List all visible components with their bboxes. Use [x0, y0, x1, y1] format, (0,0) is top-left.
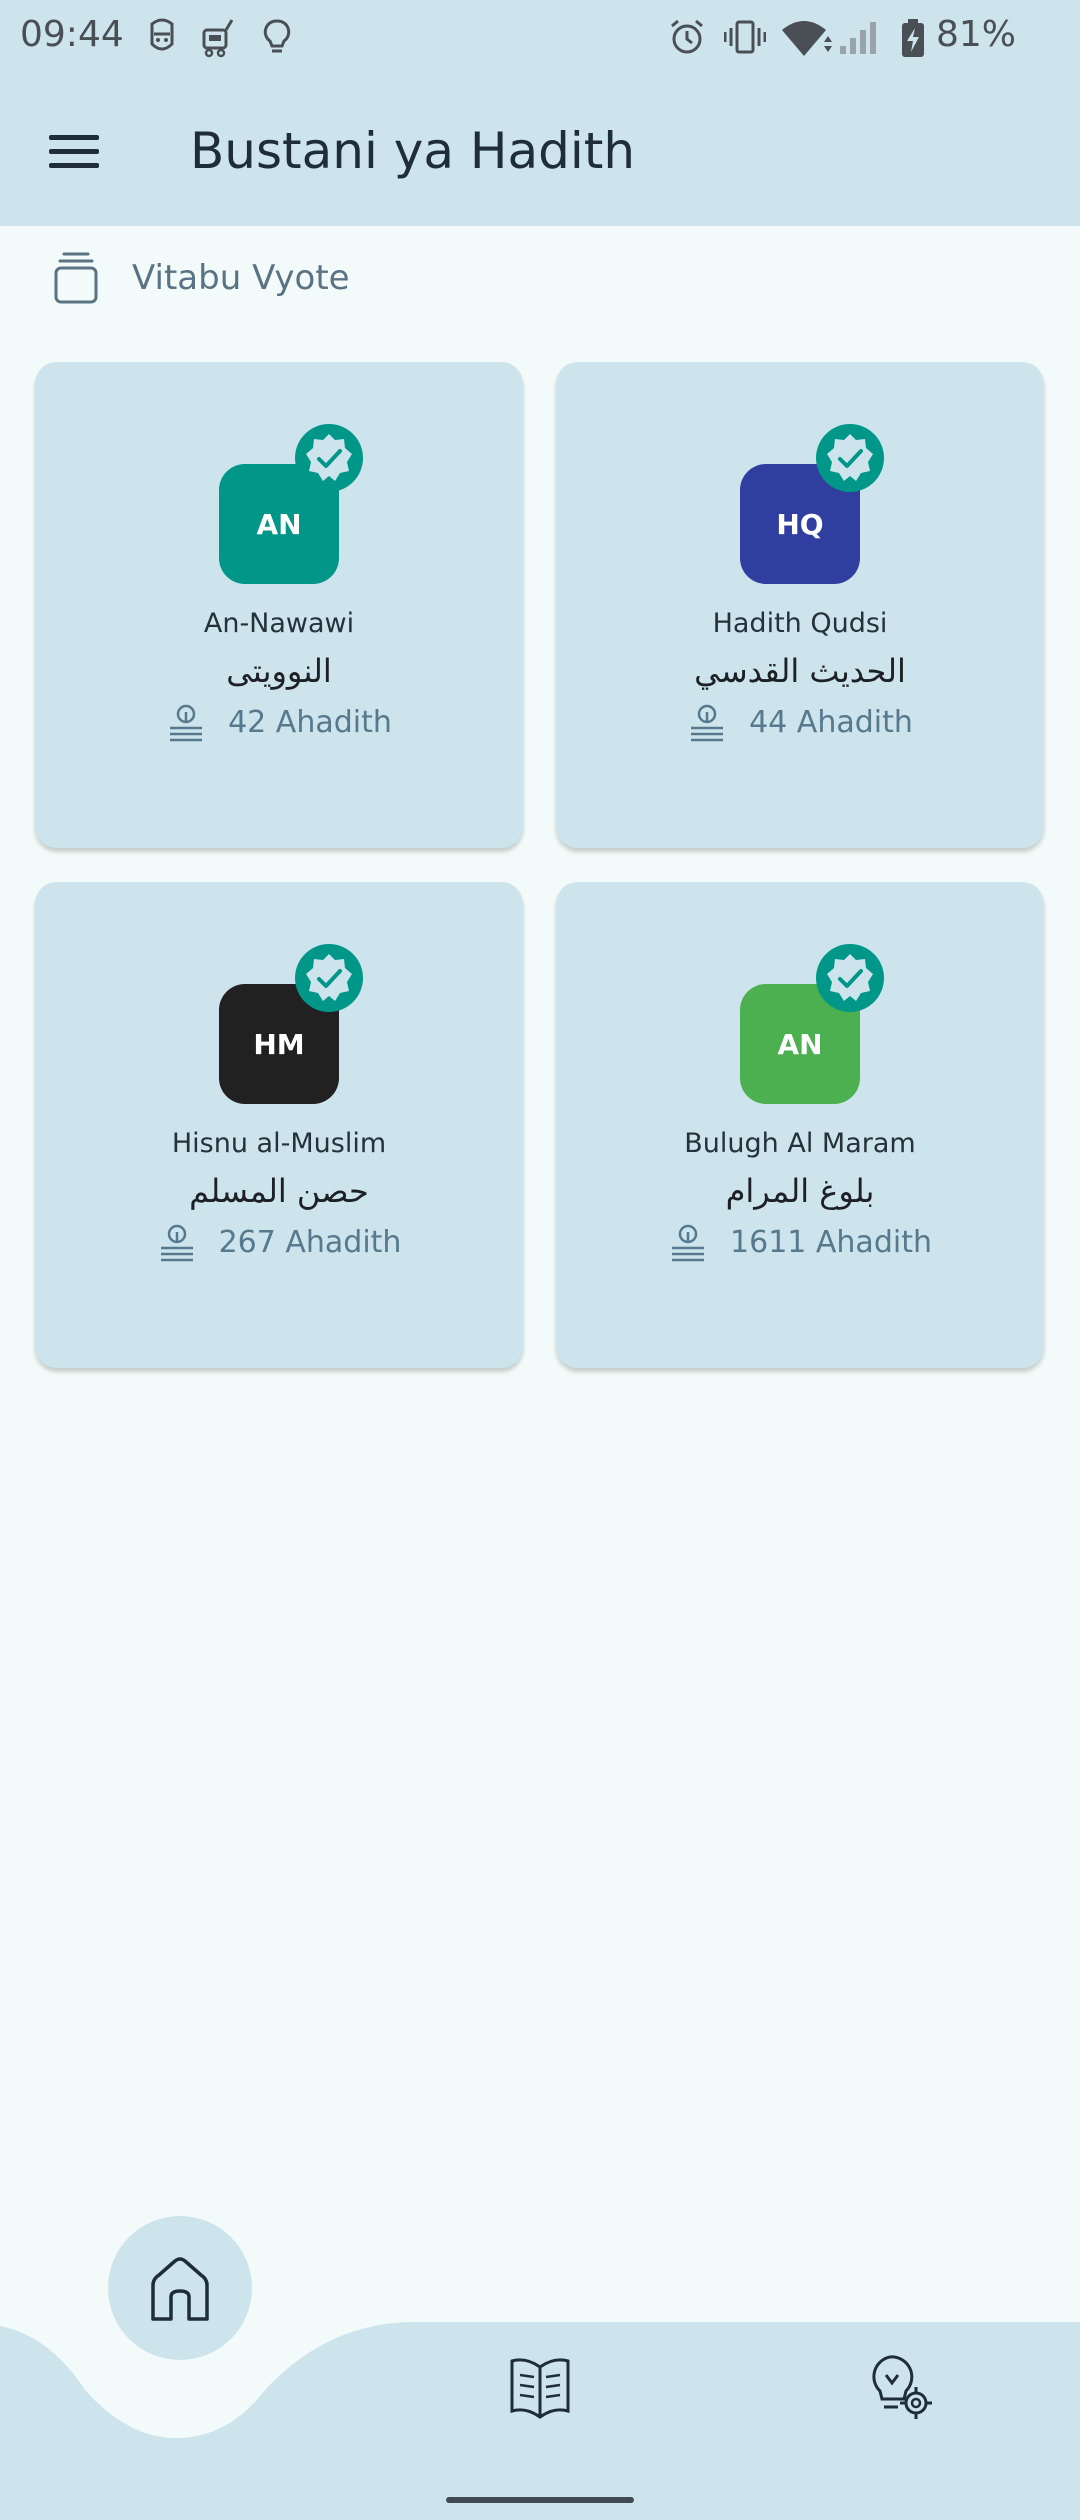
hadith-count: 42 Ahadith: [228, 704, 392, 740]
lightbulb-book-icon: [672, 1224, 705, 1262]
book-arabic-name: الحديث القدسي: [694, 652, 906, 690]
hamburger-menu-icon: [49, 135, 99, 168]
lightbulb-book-icon: [170, 704, 203, 742]
book-card-hadith-qudsi[interactable]: HQ Hadith Qudsi الحديث القدسي 44 Ahadith: [556, 362, 1044, 848]
book-name: Hadith Qudsi: [712, 608, 888, 639]
hadith-count-row: 44 Ahadith: [556, 702, 1044, 742]
app-screen: 09:44 81% Bustani ya Hadith Vitabu Vyote…: [0, 0, 1080, 2520]
verified-badge-icon: [816, 424, 884, 492]
lightbulb-book-icon: [160, 1224, 193, 1262]
section-header: Vitabu Vyote: [48, 246, 350, 310]
face-notification-icon: [150, 18, 174, 51]
menu-button[interactable]: [42, 124, 106, 180]
hadith-count-row: 267 Ahadith: [35, 1222, 523, 1262]
status-time: 09:44: [20, 14, 124, 55]
book-name: An-Nawawi: [203, 608, 355, 639]
nav-home-button[interactable]: [108, 2216, 252, 2360]
book-arabic-name: حصن المسلم: [189, 1172, 369, 1210]
book-name: Bulugh Al Maram: [684, 1128, 916, 1159]
lightbulb-book-icon: [691, 704, 724, 742]
alarm-icon: [671, 19, 703, 54]
verified-badge-icon: [816, 944, 884, 1012]
book-card-hisnu-al-muslim[interactable]: HM Hisnu al-Muslim حصن المسلم 267 Ahadit…: [35, 882, 523, 1368]
wifi-icon: [782, 21, 832, 56]
nav-books-button[interactable]: [495, 2342, 585, 2432]
battery-charging-icon: [902, 19, 924, 57]
open-book-icon: [510, 2358, 570, 2419]
hadith-count-row: 1611 Ahadith: [556, 1222, 1044, 1262]
vibrate-icon: [724, 20, 766, 54]
section-label: Vitabu Vyote: [132, 258, 350, 298]
robot-notification-icon: [202, 19, 234, 58]
verified-badge-icon: [295, 944, 363, 1012]
lightbulb-notification-icon: [263, 19, 291, 53]
verified-badge-icon: [295, 424, 363, 492]
book-card-an-nawawi[interactable]: AN An-Nawawi النوويتى 42 Ahadith: [35, 362, 523, 848]
book-name: Hisnu al-Muslim: [171, 1128, 387, 1159]
gesture-navigation-bar[interactable]: [446, 2497, 634, 2503]
home-icon: [151, 2257, 209, 2321]
hadith-count: 44 Ahadith: [749, 704, 913, 740]
stacked-books-icon: [54, 252, 98, 304]
hadith-count: 1611 Ahadith: [730, 1224, 932, 1260]
battery-percent: 81%: [936, 14, 1017, 55]
top-app-bar: 09:44 81% Bustani ya Hadith: [0, 0, 1080, 226]
signal-icon: [840, 22, 876, 54]
book-arabic-name: النوويتى: [226, 652, 332, 690]
hadith-count: 267 Ahadith: [218, 1224, 402, 1260]
hadith-count-row: 42 Ahadith: [35, 702, 523, 742]
page-title: Bustani ya Hadith: [190, 122, 636, 180]
book-card-bulugh-al-maram[interactable]: AN Bulugh Al Maram بلوغ المرام 1611 Ahad…: [556, 882, 1044, 1368]
lightbulb-settings-icon: [872, 2355, 932, 2419]
nav-settings-button[interactable]: [855, 2342, 945, 2432]
book-arabic-name: بلوغ المرام: [725, 1172, 875, 1210]
